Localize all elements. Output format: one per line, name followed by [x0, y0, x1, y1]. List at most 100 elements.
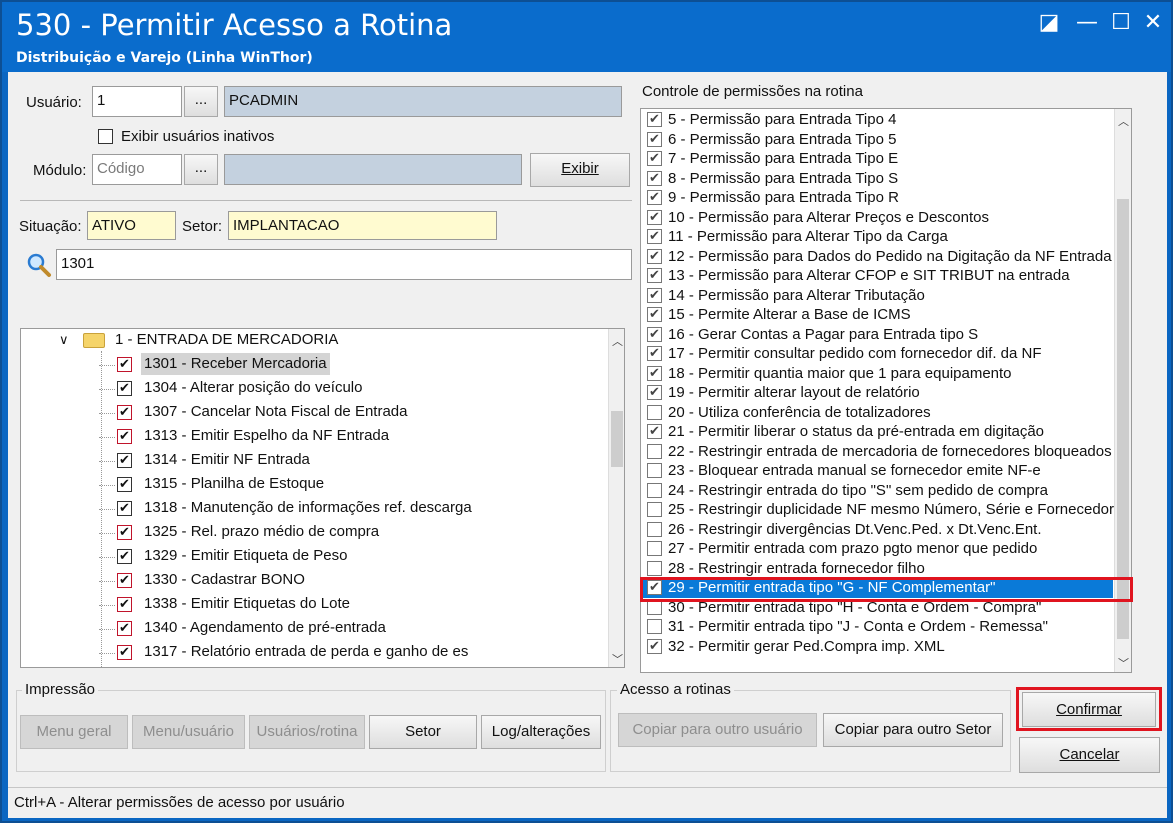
permission-checkbox[interactable]: ✔ — [647, 326, 662, 342]
permission-checkbox[interactable]: ✔ — [647, 287, 662, 303]
permission-checkbox[interactable] — [647, 443, 662, 459]
tree-item[interactable]: ✔ 1317 - Relatório entrada de perda e gan… — [21, 641, 611, 665]
tree-item[interactable]: ✔1320 - Analise prévio total — [21, 665, 611, 667]
module-browse-button[interactable]: ... — [184, 154, 218, 185]
tree-item-checkbox[interactable]: ✔ — [117, 381, 132, 396]
tree-item-checkbox[interactable]: ✔ — [117, 525, 132, 540]
copy-to-user-button[interactable]: Copiar para outro usuário — [618, 713, 817, 747]
tree-item[interactable]: ✔ 1330 - Cadastrar BONO — [21, 569, 611, 593]
permission-checkbox[interactable]: ✔ — [647, 268, 662, 283]
minimize-icon[interactable]: — — [1070, 8, 1104, 40]
tree-item[interactable]: ✔ 1325 - Rel. prazo médio de compra — [21, 521, 611, 545]
permission-item[interactable]: 27 - Permitir entrada com prazo pgto men… — [641, 539, 1113, 559]
module-code-input[interactable]: Código — [92, 154, 182, 185]
scroll-down-icon[interactable]: ﹀ — [612, 651, 623, 667]
tree-item-checkbox[interactable]: ✔ — [117, 429, 132, 444]
permission-item[interactable]: ✔ 32 - Permitir gerar Ped.Compra imp. XML — [641, 637, 1113, 657]
permission-checkbox[interactable] — [647, 482, 662, 498]
permission-checkbox[interactable] — [647, 541, 662, 556]
permission-item[interactable]: 20 - Utiliza conferência de totalizadore… — [641, 403, 1113, 423]
usuarios-rotina-button[interactable]: Usuários/rotina — [249, 715, 365, 749]
tree-item-checkbox[interactable]: ✔ — [117, 405, 132, 420]
title-bar[interactable]: 530 - Permitir Acesso a Rotina Distribui… — [2, 2, 1171, 72]
tree-item[interactable]: ✔ 1313 - Emitir Espelho da NF Entrada — [21, 425, 611, 449]
tree-item[interactable]: ✔ 1314 - Emitir NF Entrada — [21, 449, 611, 473]
permission-item[interactable]: 26 - Restringir divergências Dt.Venc.Ped… — [641, 520, 1113, 540]
permission-checkbox[interactable]: ✔ — [647, 170, 662, 186]
tree-item[interactable]: ✔ 1315 - Planilha de Estoque — [21, 473, 611, 497]
exhibit-button[interactable]: Exibir — [530, 153, 630, 187]
permission-item[interactable]: ✔ 12 - Permissão para Dados do Pedido na … — [641, 247, 1113, 267]
permission-checkbox[interactable]: ✔ — [647, 190, 662, 205]
tree-item[interactable]: ✔ 1329 - Emitir Etiqueta de Peso — [21, 545, 611, 569]
scroll-up-icon[interactable]: ︿ — [612, 333, 623, 349]
tree-item[interactable]: ✔ 1318 - Manutenção de informações ref. d… — [21, 497, 611, 521]
permission-checkbox[interactable]: ✔ — [647, 307, 662, 322]
permission-item[interactable]: 28 - Restringir entrada fornecedor filho — [641, 559, 1113, 579]
scroll-up-icon[interactable]: ︿ — [1118, 113, 1129, 129]
tree-item-checkbox[interactable]: ✔ — [117, 357, 132, 372]
permission-checkbox[interactable]: ✔ — [647, 151, 662, 166]
tree-item-checkbox[interactable]: ✔ — [117, 549, 132, 564]
routine-tree[interactable]: ∨ 1 - ENTRADA DE MERCADORIA ✔ 1301 - Recebe… — [20, 328, 625, 668]
permission-item[interactable]: 24 - Restringir entrada do tipo "S" sem … — [641, 481, 1113, 501]
close-icon[interactable]: ✕ — [1136, 8, 1170, 40]
permission-item[interactable]: ✔ 17 - Permitir consultar pedido com forn… — [641, 344, 1113, 364]
menu-usuario-button[interactable]: Menu/usuário — [132, 715, 245, 749]
permission-item[interactable]: ✔ 15 - Permite Alterar a Base de ICMS — [641, 305, 1113, 325]
chevron-down-icon[interactable]: ∨ — [59, 329, 69, 351]
search-input[interactable]: 1301 — [56, 249, 632, 280]
permission-item[interactable]: ✔ 16 - Gerar Contas a Pagar para Entrada … — [641, 325, 1113, 345]
permission-item[interactable]: ✔ 11 - Permissão para Alterar Tipo da Car… — [641, 227, 1113, 247]
permission-item[interactable]: 31 - Permitir entrada tipo "J - Conta e … — [641, 617, 1113, 637]
permission-checkbox[interactable]: ✔ — [647, 638, 662, 654]
permission-checkbox[interactable]: ✔ — [647, 365, 662, 381]
permission-checkbox[interactable] — [647, 521, 662, 537]
log-alteracoes-button[interactable]: Log/alterações — [481, 715, 601, 749]
permission-item[interactable]: ✔ 7 - Permissão para Entrada Tipo E — [641, 149, 1113, 169]
scroll-down-icon[interactable]: ﹀ — [1118, 655, 1129, 671]
permission-item[interactable]: ✔ 9 - Permissão para Entrada Tipo R — [641, 188, 1113, 208]
tree-item-checkbox[interactable]: ✔ — [117, 645, 132, 660]
permission-checkbox[interactable]: ✔ — [647, 385, 662, 400]
tree-item[interactable]: ✔ 1338 - Emitir Etiquetas do Lote — [21, 593, 611, 617]
setor-button[interactable]: Setor — [369, 715, 477, 749]
scroll-thumb[interactable] — [1117, 199, 1129, 639]
permission-checkbox[interactable]: ✔ — [647, 112, 662, 127]
tree-item[interactable]: ✔ 1301 - Receber Mercadoria — [21, 353, 611, 377]
tree-item-checkbox[interactable]: ✔ — [117, 621, 132, 636]
permission-item[interactable]: ✔ 14 - Permissão para Alterar Tributação — [641, 286, 1113, 306]
tree-item-checkbox[interactable]: ✔ — [117, 453, 132, 468]
permission-item[interactable]: ✔ 19 - Permitir alterar layout de relatór… — [641, 383, 1113, 403]
scroll-thumb[interactable] — [611, 411, 623, 467]
maximize-icon[interactable]: ☐ — [1104, 8, 1138, 40]
tree-scrollbar[interactable]: ︿ ﹀ — [608, 329, 624, 667]
permission-checkbox[interactable]: ✔ — [647, 131, 662, 147]
permission-item[interactable]: ✔ 10 - Permissão para Alterar Preços e De… — [641, 208, 1113, 228]
permission-checkbox[interactable] — [647, 560, 662, 576]
tree-item-checkbox[interactable]: ✔ — [117, 477, 132, 492]
permission-item[interactable]: 22 - Restringir entrada de mercadoria de… — [641, 442, 1113, 462]
permission-item[interactable]: ✔ 5 - Permissão para Entrada Tipo 4 — [641, 110, 1113, 130]
inactive-users-checkbox[interactable] — [98, 129, 113, 144]
restore-icon[interactable]: ◪ — [1032, 8, 1066, 40]
permission-checkbox[interactable] — [647, 502, 662, 517]
tree-folder[interactable]: ∨ 1 - ENTRADA DE MERCADORIA — [21, 329, 611, 353]
permission-item[interactable]: ✔ 6 - Permissão para Entrada Tipo 5 — [641, 130, 1113, 150]
permission-checkbox[interactable]: ✔ — [647, 209, 662, 225]
copy-to-sector-button[interactable]: Copiar para outro Setor — [823, 713, 1003, 747]
tree-item[interactable]: ✔ 1340 - Agendamento de pré-entrada — [21, 617, 611, 641]
permission-item[interactable]: ✔ 18 - Permitir quantia maior que 1 para … — [641, 364, 1113, 384]
menu-geral-button[interactable]: Menu geral — [20, 715, 128, 749]
tree-item[interactable]: ✔ 1304 - Alterar posição do veículo — [21, 377, 611, 401]
permission-item[interactable]: 25 - Restringir duplicidade NF mesmo Núm… — [641, 500, 1114, 520]
tree-item[interactable]: ✔ 1307 - Cancelar Nota Fiscal de Entrada — [21, 401, 611, 425]
permission-checkbox[interactable] — [647, 463, 662, 478]
permission-checkbox[interactable]: ✔ — [647, 248, 662, 264]
permission-item[interactable]: ✔ 21 - Permitir liberar o status da pré-e… — [641, 422, 1113, 442]
tree-item-checkbox[interactable]: ✔ — [117, 501, 132, 516]
permission-checkbox[interactable]: ✔ — [647, 229, 662, 244]
permission-checkbox[interactable] — [647, 404, 662, 420]
tree-item-checkbox[interactable]: ✔ — [117, 597, 132, 612]
tree-item-checkbox[interactable]: ✔ — [117, 573, 132, 588]
